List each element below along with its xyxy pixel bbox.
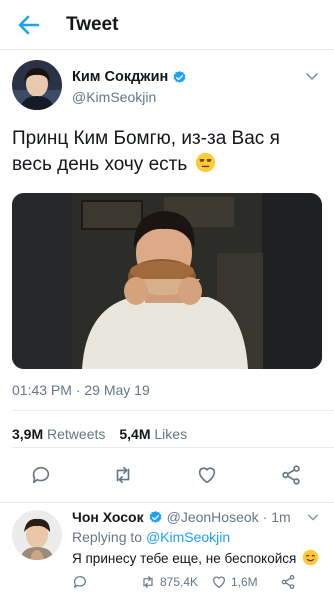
author-name[interactable]: Ким Сокджин [72,69,187,85]
reply-icon [74,576,86,588]
back-button[interactable] [12,8,46,42]
reply-like-button[interactable]: 1,6M [211,574,258,590]
smiling-face-emoji-icon [302,549,319,566]
reply-retweet-button[interactable]: 875,4K [140,574,198,590]
chevron-down-icon[interactable] [304,68,320,84]
like-heart-icon[interactable] [196,464,218,486]
reply-author-handle: @JeonHoseok [166,509,259,525]
reply-header: Чон Хосок @JeonHoseok · 1m [72,509,291,525]
likes-stat[interactable]: 5,4M Likes [119,426,187,442]
reply-text: Я принесу тебе еще, не беспокойся [72,549,319,566]
replying-prefix: Replying to [72,529,143,545]
tweet-timestamp: 01:43 PM · 29 May 19 [12,382,150,398]
likes-label: Likes [154,426,188,442]
author-avatar[interactable] [12,60,62,110]
retweets-label: Retweets [47,426,106,442]
reply-time: · 1m [262,509,291,525]
divider [12,410,334,411]
reply-share-button[interactable] [280,574,296,590]
chevron-down-icon[interactable] [306,510,320,524]
reply-retweets-count: 875,4K [160,575,199,589]
top-bar: Tweet [0,0,334,50]
share-icon[interactable] [280,464,302,486]
likes-count: 5,4M [119,426,151,442]
author-name-text: Ким Сокджин [72,69,169,85]
replying-to: Replying to @KimSeokjin [72,529,230,545]
reply-reply-button[interactable] [72,574,88,590]
reply-actions: 875,4K 1,6M [72,574,332,594]
divider [0,502,334,503]
tweet-photo[interactable] [12,193,322,369]
verified-badge-icon [149,510,162,523]
tweet-actions [0,462,334,490]
author-handle: @KimSeokjin [72,89,157,105]
retweet-icon[interactable] [112,464,134,486]
arrow-left-icon [18,15,40,34]
tweet-text: Принц Ким Бомгю, из-за Вас я весь день х… [12,126,324,178]
reply-author-avatar[interactable] [12,510,62,560]
reply-author-name[interactable]: Чон Хосок [72,509,144,525]
divider [12,447,334,448]
reply-text-body: Я принесу тебе еще, не беспокойся [72,551,297,566]
tweet-author: Ким Сокджин @KimSeokjin [0,60,334,116]
page-title: Tweet [66,13,119,35]
reply-likes-count: 1,6M [231,575,258,589]
main-tweet: Ким Сокджин @KimSeokjin Принц Ким Бомгю,… [0,60,334,485]
retweets-count: 3,9M [12,426,44,442]
verified-badge-icon [173,70,186,83]
tweet-text-body: Принц Ким Бомгю, из-за Вас я весь день х… [12,128,280,175]
like-heart-icon [213,576,225,588]
reply-icon[interactable] [30,464,52,486]
tweet-stats: 3,9M Retweets 5,4M Likes [12,426,187,442]
retweet-icon [143,576,153,588]
share-icon [281,575,295,589]
unamused-face-emoji-icon [195,152,215,173]
replying-handle-link[interactable]: @KimSeokjin [146,529,230,545]
retweets-stat[interactable]: 3,9M Retweets [12,426,105,442]
